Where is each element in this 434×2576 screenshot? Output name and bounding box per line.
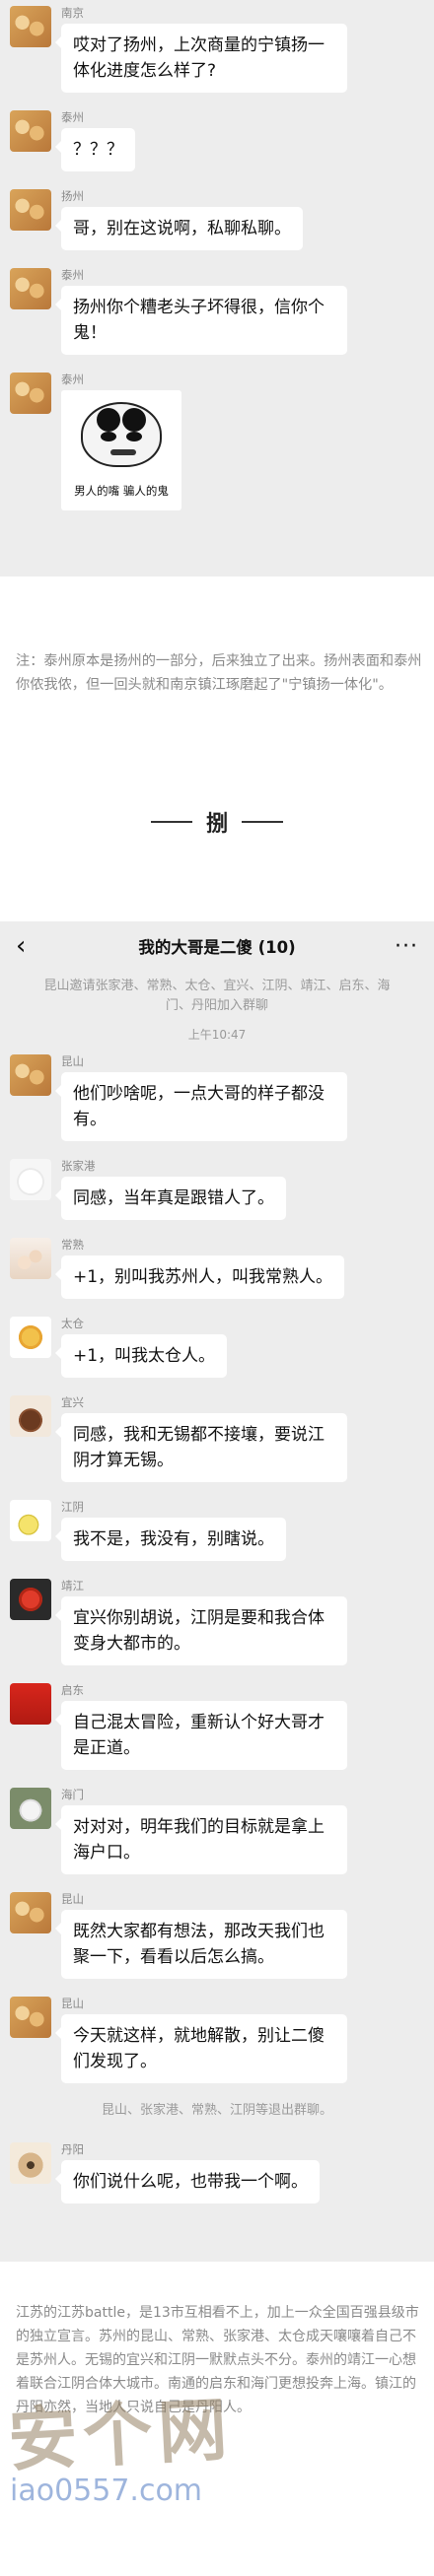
sender-name: 丹阳 bbox=[61, 2142, 84, 2156]
chat-message: 昆山 他们吵啥呢，一点大哥的样子都没有。 bbox=[0, 1054, 434, 1141]
commentary-section: 江苏的江苏battle，是13市互相看不上，加上一众全国百强县级市的独立宣言。苏… bbox=[0, 2262, 434, 2576]
message-bubble[interactable]: 同感，当年真是跟错人了。 bbox=[55, 1177, 286, 1220]
message-bubble[interactable]: 宜兴你别胡说，江阴是要和我合体变身大都市的。 bbox=[55, 1596, 347, 1665]
avatar[interactable] bbox=[10, 110, 51, 152]
chat-message: 张家港 同感，当年真是跟错人了。 bbox=[0, 1159, 434, 1220]
chat-message: 扬州 哥，别在这说啊，私聊私聊。 bbox=[0, 189, 434, 250]
avatar[interactable] bbox=[10, 1500, 51, 1541]
chat-message: 启东 自己混太冒险，重新认个好大哥才是正道。 bbox=[0, 1683, 434, 1770]
watermark-url: iao0557.com bbox=[10, 2474, 203, 2508]
note-section: 注：泰州原本是扬州的一部分，后来独立了出来。扬州表面和泰州你侬我侬，但一回头就和… bbox=[0, 576, 434, 921]
message-bubble[interactable]: 你们说什么呢，也带我一个啊。 bbox=[55, 2160, 320, 2203]
chat-message: 太仓 +1，叫我太仓人。 bbox=[0, 1317, 434, 1378]
chat-message: 常熟 +1，别叫我苏州人，叫我常熟人。 bbox=[0, 1238, 434, 1299]
sender-name: 昆山 bbox=[61, 1997, 84, 2010]
chat-message: 泰州 扬州你个糟老头子坏得很，信你个鬼！ bbox=[0, 268, 434, 355]
sender-name: 泰州 bbox=[61, 268, 84, 282]
avatar[interactable] bbox=[10, 6, 51, 47]
chat-message: 昆山 既然大家都有想法，那改天我们也聚一下，看看以后怎么搞。 bbox=[0, 1892, 434, 1979]
chat-message: 昆山 今天就这样，就地解散，别让二傻们发现了。 bbox=[0, 1997, 434, 2083]
chat-section-1: 南京 哎对了扬州，上次商量的宁镇扬一体化进度怎么样了? 泰州 ？？？ 扬州 哥，… bbox=[0, 0, 434, 576]
sender-name: 海门 bbox=[61, 1788, 84, 1801]
sender-name: 常熟 bbox=[61, 1238, 84, 1252]
chat-header: ‹ 我的大哥是二傻 (10) ··· bbox=[0, 921, 434, 971]
sender-name: 张家港 bbox=[61, 1159, 96, 1173]
avatar[interactable] bbox=[10, 1238, 51, 1279]
message-bubble[interactable]: ？？？ bbox=[55, 128, 135, 171]
avatar[interactable] bbox=[10, 1159, 51, 1200]
message-bubble[interactable]: 哥，别在这说啊，私聊私聊。 bbox=[55, 207, 303, 250]
avatar[interactable] bbox=[10, 189, 51, 231]
avatar[interactable] bbox=[10, 1683, 51, 1725]
group-chat-section: ‹ 我的大哥是二傻 (10) ··· 昆山邀请张家港、常熟、太仓、宜兴、江阴、靖… bbox=[0, 921, 434, 2262]
avatar[interactable] bbox=[10, 1997, 51, 2038]
sticker-caption: 男人的嘴 骗人的鬼 bbox=[74, 484, 169, 498]
chat-message: 靖江 宜兴你别胡说，江阴是要和我合体变身大都市的。 bbox=[0, 1579, 434, 1665]
sender-name: 太仓 bbox=[61, 1317, 84, 1330]
avatar[interactable] bbox=[10, 373, 51, 414]
message-bubble[interactable]: 同感，我和无锡都不接壤，要说江阴才算无锡。 bbox=[55, 1413, 347, 1482]
chat-message: 宜兴 同感，我和无锡都不接壤，要说江阴才算无锡。 bbox=[0, 1395, 434, 1482]
avatar[interactable] bbox=[10, 1788, 51, 1829]
join-notice: 昆山邀请张家港、常熟、太仓、宜兴、江阴、靖江、启东、海门、丹阳加入群聊 bbox=[43, 979, 391, 1013]
message-bubble[interactable]: 哎对了扬州，上次商量的宁镇扬一体化进度怎么样了? bbox=[55, 24, 347, 93]
avatar[interactable] bbox=[10, 1579, 51, 1620]
chat-message: 江阴 我不是，我没有，别瞎说。 bbox=[0, 1500, 434, 1561]
panda-meme-sticker[interactable]: 男人的嘴 骗人的鬼 bbox=[61, 390, 181, 510]
avatar[interactable] bbox=[10, 1317, 51, 1358]
sender-name: 南京 bbox=[61, 6, 84, 20]
sender-name: 昆山 bbox=[61, 1054, 84, 1068]
avatar[interactable] bbox=[10, 1892, 51, 1933]
divider-number: 捌 bbox=[205, 812, 228, 837]
timestamp: 上午10:47 bbox=[187, 1028, 247, 1042]
message-bubble[interactable]: 对对对，明年我们的目标就是拿上海户口。 bbox=[55, 1805, 347, 1874]
sender-name: 靖江 bbox=[61, 1579, 84, 1593]
more-icon[interactable]: ··· bbox=[395, 934, 418, 959]
watermark-logo: 安个网 bbox=[6, 2388, 236, 2481]
avatar[interactable] bbox=[10, 268, 51, 309]
message-bubble[interactable]: 我不是，我没有，别瞎说。 bbox=[55, 1518, 286, 1561]
sender-name: 扬州 bbox=[61, 189, 84, 203]
chat-message: 南京 哎对了扬州，上次商量的宁镇扬一体化进度怎么样了? bbox=[0, 6, 434, 93]
message-bubble[interactable]: 扬州你个糟老头子坏得很，信你个鬼！ bbox=[55, 286, 347, 355]
message-bubble[interactable]: 自己混太冒险，重新认个好大哥才是正道。 bbox=[55, 1701, 347, 1770]
panda-face-icon bbox=[81, 402, 162, 467]
message-bubble[interactable]: +1，别叫我苏州人，叫我常熟人。 bbox=[54, 1255, 345, 1299]
divider-line bbox=[150, 821, 192, 823]
chat-message: 泰州 ？？？ bbox=[0, 110, 434, 171]
sender-name: 昆山 bbox=[61, 1892, 84, 1906]
chat-message: 丹阳 你们说什么呢，也带我一个啊。 bbox=[0, 2142, 434, 2203]
sender-name: 启东 bbox=[61, 1683, 84, 1697]
message-bubble[interactable]: 今天就这样，就地解散，别让二傻们发现了。 bbox=[55, 2014, 347, 2083]
chat-message: 海门 对对对，明年我们的目标就是拿上海户口。 bbox=[0, 1788, 434, 1874]
sender-name: 泰州 bbox=[61, 110, 84, 124]
avatar[interactable] bbox=[10, 1395, 51, 1437]
sender-name: 泰州 bbox=[61, 373, 84, 386]
chat-message: 泰州 男人的嘴 骗人的鬼 bbox=[0, 373, 434, 510]
avatar[interactable] bbox=[10, 2142, 51, 2184]
sender-name: 宜兴 bbox=[61, 1395, 84, 1409]
back-icon[interactable]: ‹ bbox=[16, 931, 39, 961]
message-bubble[interactable]: +1，叫我太仓人。 bbox=[54, 1334, 228, 1378]
avatar[interactable] bbox=[10, 1054, 51, 1096]
leave-notice: 昆山、张家港、常熟、江阴等退出群聊。 bbox=[101, 2103, 332, 2118]
sender-name: 江阴 bbox=[61, 1500, 84, 1514]
message-bubble[interactable]: 他们吵啥呢，一点大哥的样子都没有。 bbox=[55, 1072, 347, 1141]
divider-line bbox=[242, 821, 283, 823]
chat-title: 我的大哥是二傻 (10) bbox=[138, 938, 296, 957]
note-text: 注：泰州原本是扬州的一部分，后来独立了出来。扬州表面和泰州你侬我侬，但一回头就和… bbox=[16, 653, 422, 693]
message-bubble[interactable]: 既然大家都有想法，那改天我们也聚一下，看看以后怎么搞。 bbox=[55, 1910, 347, 1979]
section-divider: 捌 bbox=[0, 806, 434, 838]
